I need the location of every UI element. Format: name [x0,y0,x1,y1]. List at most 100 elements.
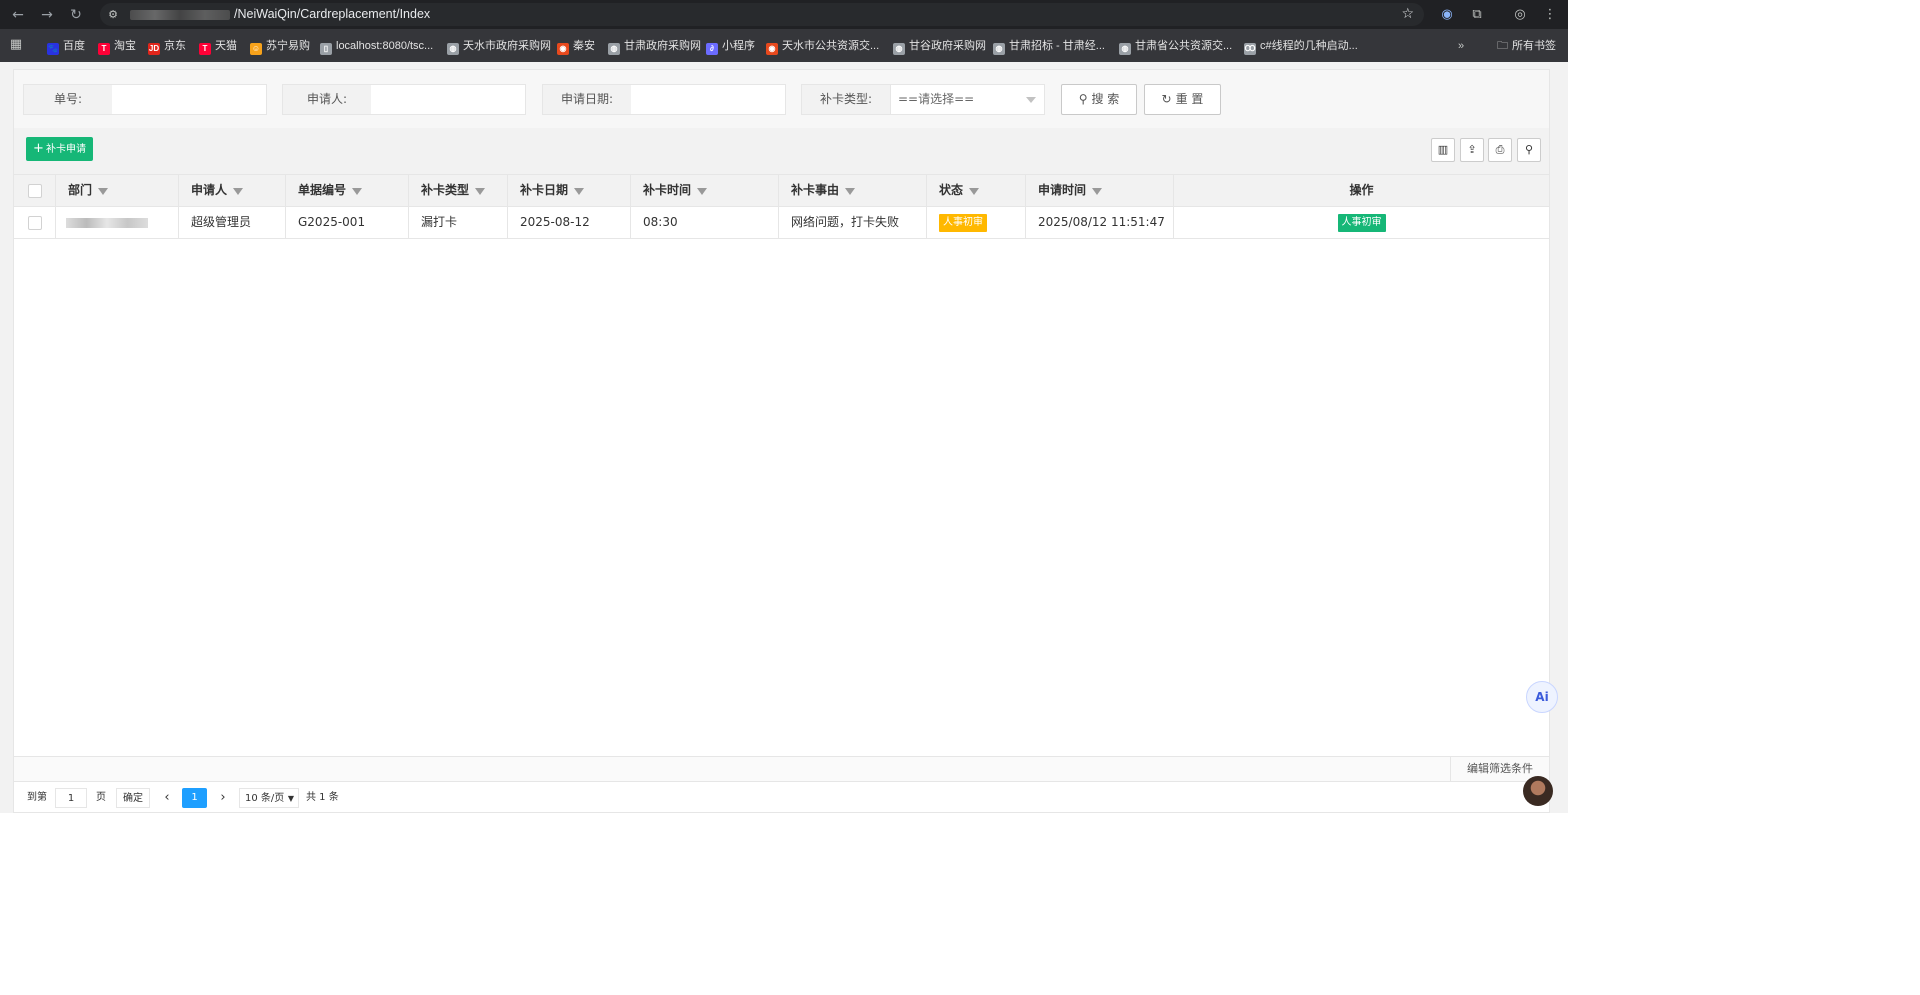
column-header-status[interactable]: 状态 [927,175,1026,206]
prev-page-icon[interactable]: ‹ [161,788,173,808]
column-label: 单据编号 [298,183,347,197]
filter-icon[interactable] [98,188,109,195]
export-icon[interactable]: ⇪ [1460,138,1484,162]
bookmark-item[interactable]: ☺ 苏宁易购 [250,38,310,55]
filter-icon[interactable] [475,188,486,195]
url-text: /NeiWaiQin/Cardreplacement/Index [234,7,431,21]
bookmark-item[interactable]: ◉ 秦安 [557,38,595,55]
search-button[interactable]: ⚲ 搜 索 [1061,84,1137,115]
column-header-card-date[interactable]: 补卡日期 [508,175,631,206]
filter-icon[interactable] [845,188,856,195]
bookmark-item[interactable]: JD 京东 [148,38,186,55]
print-icon[interactable]: ⎙ [1488,138,1512,162]
bookmark-item[interactable]: ▯ localhost:8080/tsc... [320,38,433,55]
add-button-label: 补卡申请 [45,144,86,155]
next-page-icon[interactable]: › [217,788,229,808]
bookmark-item[interactable]: ◍ 甘谷政府采购网 [893,38,986,55]
favicon-icon: ◍ [608,43,620,55]
ai-assistant-button[interactable]: Ai [1526,681,1558,713]
cell-card-date: 2025-08-12 [508,207,631,238]
columns-filter-icon[interactable]: ▥ [1431,138,1455,162]
reset-button-label: 重 置 [1175,92,1204,106]
avatar[interactable] [1523,776,1553,806]
filter-icon[interactable] [969,188,980,195]
bookmark-star-icon[interactable]: ☆ [1401,6,1414,22]
page-unit-label: 页 [96,792,106,803]
bookmark-label: 甘肃省公共资源交... [1135,40,1233,52]
extensions-icon[interactable]: ⧉ [1468,6,1486,24]
order-no-field: 单号: [23,84,267,115]
filter-icon[interactable] [574,188,585,195]
column-header-reason[interactable]: 补卡事由 [779,175,927,206]
column-header-card-type[interactable]: 补卡类型 [409,175,508,206]
chevron-down-icon: ▼ [287,794,294,803]
reload-icon[interactable]: ↻ [68,7,84,23]
row-checkbox[interactable] [28,216,42,230]
favicon-icon: ◉ [766,43,778,55]
apps-grid-icon[interactable]: ▦ [7,36,25,54]
url-redacted [130,10,230,20]
column-header-doc-no[interactable]: 单据编号 [286,175,409,206]
bookmark-item[interactable]: ◍ 甘肃政府采购网 [608,38,701,55]
goto-page-input[interactable]: 1 [55,788,87,808]
site-info-icon[interactable]: ⚙ [106,8,120,22]
applicant-input[interactable] [371,85,525,114]
favicon-icon: T [199,43,211,55]
column-header-applicant[interactable]: 申请人 [179,175,286,206]
back-icon[interactable]: ← [10,7,26,23]
cell-department [56,207,179,238]
bookmark-label: 甘肃招标 - 甘肃经... [1009,40,1105,52]
page-number-current[interactable]: 1 [182,788,207,808]
goto-label: 到第 [27,792,47,803]
bookmark-item[interactable]: T 淘宝 [98,38,136,55]
bookmark-item[interactable]: ◍ 天水市政府采购网 [447,38,551,55]
bookmark-item[interactable]: T 天猫 [199,38,237,55]
bookmark-label: 淘宝 [114,40,136,52]
page-size-select[interactable]: 10 条/页 ▼ [239,788,299,808]
card-type-label: 补卡类型: [802,85,891,114]
action-button[interactable]: 人事初审 [1337,213,1386,232]
page-content: 单号: 申请人: 申请日期: 补卡类型: ==请选择== ⚲ 搜 索 ↻ 重 置… [0,62,1568,813]
filter-icon[interactable] [697,188,708,195]
header-checkbox-cell [14,175,56,206]
order-no-input[interactable] [112,85,266,114]
bookmark-label: 天水市政府采购网 [463,40,551,52]
total-count: 共 1 条 [306,792,339,803]
bookmark-item[interactable]: Ꝏc#线程的几种启动... [1244,38,1358,55]
bookmark-item[interactable]: ∂ 小程序 [706,38,755,55]
column-header-department[interactable]: 部门 [56,175,179,206]
profile-icon[interactable]: ◎ [1511,6,1529,24]
menu-icon[interactable]: ⋮ [1541,6,1559,24]
column-label: 部门 [68,183,93,197]
column-label: 补卡时间 [643,183,692,197]
favicon-icon: ◍ [993,43,1005,55]
filter-icon[interactable] [1092,188,1103,195]
filter-icon[interactable] [352,188,363,195]
table-toolbar: + 补卡申请 ▥ ⇪ ⎙ ⚲ [14,128,1549,174]
ai-extension-icon[interactable]: ◉ [1438,6,1456,24]
table-row: 超级管理员 G2025-001 漏打卡 2025-08-12 08:30 网络问… [14,207,1549,239]
bookmark-item[interactable]: 🐾 百度 [47,38,85,55]
column-label: 补卡日期 [520,183,569,197]
bookmark-item[interactable]: ◉ 天水市公共资源交... [766,38,879,55]
address-bar[interactable]: ⚙ /NeiWaiQin/Cardreplacement/Index ☆ [100,3,1424,26]
forward-icon[interactable]: → [39,7,55,23]
goto-confirm-button[interactable]: 确定 [116,788,150,808]
all-bookmarks[interactable]: 🗀 所有书签 [1497,38,1556,54]
reset-button[interactable]: ↻ 重 置 [1144,84,1221,115]
card-type-select[interactable]: ==请选择== [890,85,1044,114]
column-header-apply-time[interactable]: 申请时间 [1026,175,1174,206]
favicon-icon: T [98,43,110,55]
search-toggle-icon[interactable]: ⚲ [1517,138,1541,162]
page-size-value: 10 条/页 [245,793,285,804]
table-header: 部门 申请人 单据编号 补卡类型 补卡日期 补卡时间 补卡事由 状态 申请时间 … [14,174,1549,207]
add-card-request-button[interactable]: + 补卡申请 [26,137,93,161]
filter-icon[interactable] [233,188,244,195]
bookmark-item[interactable]: ◍ 甘肃省公共资源交... [1119,38,1233,55]
column-header-card-time[interactable]: 补卡时间 [631,175,779,206]
apply-date-input[interactable] [631,85,785,114]
bookmark-item[interactable]: ◍ 甘肃招标 - 甘肃经... [993,38,1105,55]
select-all-checkbox[interactable] [28,184,42,198]
column-label: 补卡类型 [421,183,470,197]
more-bookmarks-icon[interactable]: » [1458,38,1464,54]
